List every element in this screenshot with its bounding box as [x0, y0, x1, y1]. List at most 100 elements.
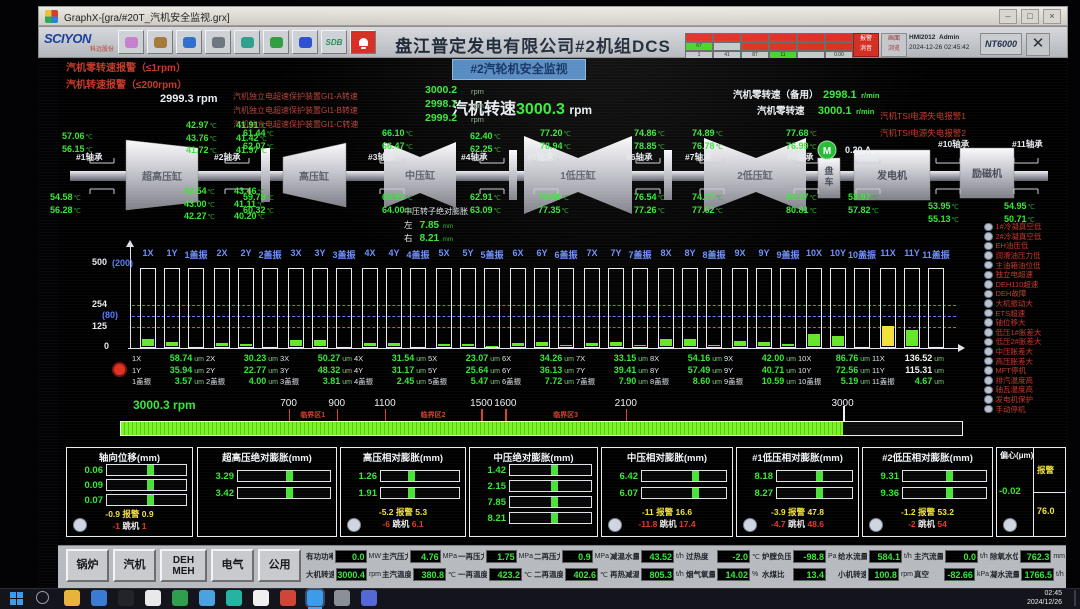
graphx-active-icon[interactable] [307, 590, 323, 606]
terminal-icon[interactable] [118, 590, 134, 606]
vibration-bar [608, 268, 624, 348]
alarm-grid-cell [825, 42, 853, 51]
panel-title: 超高压绝对膨胀(mm) [198, 450, 336, 464]
vibration-value-row: 5盖振5.47um [428, 376, 500, 388]
measurement-cell: 除氧水位762.3mm [990, 549, 1065, 564]
folder-icon[interactable] [64, 590, 80, 606]
vibration-value-row: 9X42.00um [724, 353, 796, 365]
alarm-bell-icon[interactable] [350, 30, 376, 54]
panel-#1低压相对膨胀(mm): #1低压相对膨胀(mm)8.188.27-3.9 报警 47.8-4.7 跳机 … [736, 447, 859, 537]
panel-value-row: 8.18 [741, 470, 853, 482]
minimize-button[interactable]: – [999, 9, 1017, 24]
show-desktop-button[interactable] [1074, 590, 1076, 606]
sdb-icon[interactable]: SDB [321, 30, 347, 54]
trip-indicator-icon [984, 251, 993, 260]
view-switch-panel[interactable]: 画面 浏览 [881, 33, 907, 57]
vibration-bar [288, 268, 304, 348]
trip-indicator-icon [984, 309, 993, 318]
svg-text:中压缸: 中压缸 [405, 169, 435, 182]
panel-value-row: 6.42 [606, 470, 727, 482]
vibration-value-row: 7盖振7.90um [576, 376, 648, 388]
users-icon[interactable] [118, 30, 144, 54]
start-icon[interactable] [10, 592, 23, 605]
trip-indicator-icon [984, 395, 993, 404]
operator-icon[interactable] [176, 30, 202, 54]
ja-box-icon[interactable] [292, 30, 318, 54]
vibration-bar-fill [216, 343, 228, 346]
chart-x-axis [128, 348, 960, 349]
trip-indicator-icon [984, 290, 993, 299]
alarm-mute-button[interactable]: 报警 消音 [853, 33, 879, 57]
media-icon[interactable] [361, 590, 377, 606]
logo-text: SCIYON [44, 31, 91, 46]
nav-button-3[interactable]: DEH MEH [160, 549, 207, 582]
critical-zone-label: 临界区2 [417, 410, 449, 420]
panel-value-row: 6.07 [606, 487, 727, 499]
search-icon[interactable] [36, 591, 49, 604]
main-speed-value: 3000.3 [516, 101, 565, 118]
vibration-bar-fill [634, 345, 646, 346]
zero-speed-row: 汽机零转速 3000.1 r/min [757, 101, 874, 119]
trip-indicator-icon [984, 357, 993, 366]
browser-icon[interactable] [91, 590, 107, 606]
maximize-button[interactable]: □ [1021, 9, 1039, 24]
zero-speed-backup-value: 2998.1 [823, 89, 857, 101]
svg-text:1低压缸: 1低压缸 [560, 169, 596, 182]
system-date: 2024-12-26 [909, 44, 942, 51]
vibration-value-group: 10X86.76um10Y72.56um10盖振5.19um [798, 353, 870, 388]
monitor-icon[interactable] [234, 30, 260, 54]
red-app-icon[interactable] [280, 590, 296, 606]
bearing-temps: 77.20℃78.94℃ [540, 127, 571, 152]
vibration-value-row: 5Y25.64um [428, 365, 500, 377]
panel-中压绝对膨胀(mm): 中压绝对膨胀(mm)1.422.157.858.21 [469, 447, 598, 537]
vibration-value-row: 8X54.16um [650, 353, 722, 365]
panel-value-row: 8.27 [741, 487, 853, 499]
panel-title: 轴向位移(mm) [67, 450, 192, 464]
speed-tick-mark [843, 406, 845, 421]
nav-button-2[interactable]: 汽机 [113, 549, 156, 582]
bearing-temps: 76.54℃77.26℃ [634, 191, 665, 216]
nav-button-4[interactable]: 电气 [211, 549, 254, 582]
vibration-value-row: 6Y36.13um [502, 365, 574, 377]
settings-icon[interactable] [334, 590, 350, 606]
book-icon[interactable] [263, 30, 289, 54]
excel-icon[interactable] [172, 590, 188, 606]
app-blue-icon[interactable] [199, 590, 215, 606]
document-icon[interactable] [145, 590, 161, 606]
vibration-value-row: 8Y57.49um [650, 365, 722, 377]
vibration-value-row: 11Y115.31um [872, 365, 944, 377]
gi1-unit: rpm [471, 101, 484, 110]
view-line1: 画面 [882, 34, 906, 44]
machine-icon[interactable] [205, 30, 231, 54]
teal-app-icon[interactable] [226, 590, 242, 606]
vibration-bar [312, 268, 328, 348]
hmi-name: HMI2012 [909, 34, 935, 41]
notes-icon[interactable] [253, 590, 269, 606]
vibration-bar-fill [708, 345, 720, 346]
measurement-cell: 小机转速100.8rpm [838, 567, 913, 582]
taskbar-clock[interactable]: 02:45 2024/12/26 [1000, 590, 1062, 607]
trip-indicator-icon [984, 242, 993, 251]
close-icon[interactable]: ✕ [1026, 33, 1050, 56]
hmi-session-info: HMI2012 Admin 2024-12-26 02:45:42 [909, 33, 977, 53]
panel-value-row: 2.15 [474, 480, 592, 492]
panel-title: 中压绝对膨胀(mm) [470, 450, 597, 464]
zero-speed-backup-unit: r/min [861, 91, 879, 100]
trip-indicator-icon [984, 347, 993, 356]
tools-icon[interactable] [147, 30, 173, 54]
vibration-bar [238, 268, 254, 348]
eccentricity-alarm-word: 报警 [1037, 464, 1054, 476]
nav-button-1[interactable]: 锅炉 [66, 549, 109, 582]
close-window-button[interactable]: × [1043, 9, 1061, 24]
logged-user: Admin [939, 34, 959, 41]
vibration-bar-fill [314, 340, 326, 346]
gi1-value: 2999.2 [425, 112, 457, 124]
bearing-temps: 41.91℃41.42℃41.97℃ [236, 119, 267, 157]
alarm-grid-cell [741, 42, 769, 51]
vibration-bar-fill [560, 345, 572, 346]
vibration-bar-fill [610, 342, 622, 346]
mute-line2: 消音 [854, 44, 878, 54]
nav-button-5[interactable]: 公用 [258, 549, 301, 582]
trip-indicator-icon [984, 366, 993, 375]
chart-y-tick: (80) [102, 310, 118, 320]
